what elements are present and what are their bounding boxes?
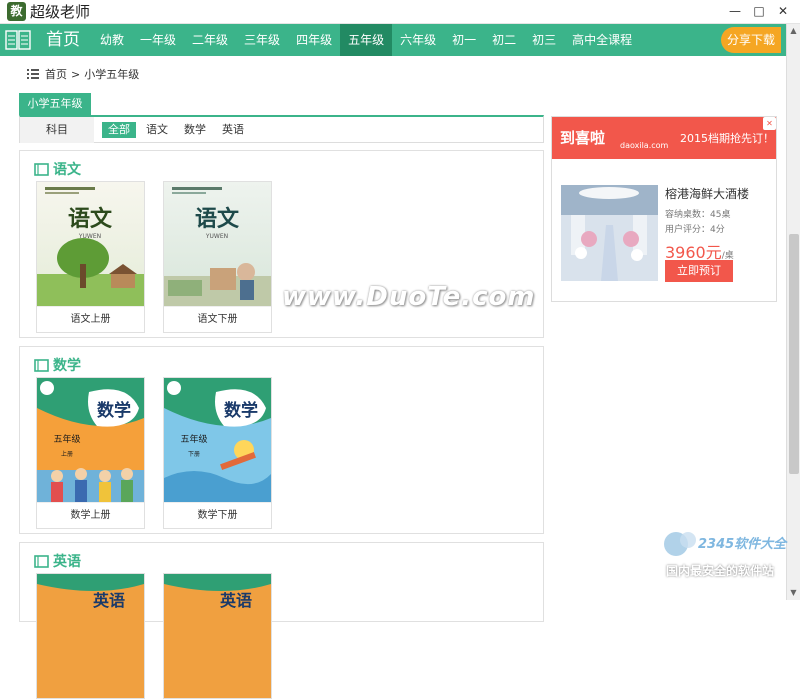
subject-filter-label: 科目 bbox=[20, 117, 94, 143]
scroll-down-arrow-icon[interactable]: ▼ bbox=[787, 586, 800, 600]
subject-filter-item[interactable]: 数学 bbox=[178, 122, 212, 138]
ad-header: 到喜啦 daoxila.com 2015档期抢先订！ ✕ bbox=[552, 117, 776, 159]
svg-text:数学: 数学 bbox=[224, 400, 258, 421]
book-cover-image[interactable]: 英语 bbox=[37, 574, 144, 698]
nav-grade-item[interactable]: 五年级 bbox=[340, 24, 393, 56]
nav-home[interactable]: 首页 bbox=[46, 24, 80, 56]
grade-tab[interactable]: 小学五年级 bbox=[19, 93, 91, 115]
ad-hotel-name: 榕港海鲜大酒楼 bbox=[665, 187, 750, 201]
svg-text:下册: 下册 bbox=[188, 451, 200, 458]
hotel-photo[interactable] bbox=[561, 185, 658, 281]
watermark-caption: 国内最安全的软件站 bbox=[666, 564, 775, 578]
breadcrumb: 首页 > 小学五年级 bbox=[27, 66, 139, 82]
ad-site: daoxila.com bbox=[620, 141, 669, 150]
list-icon bbox=[27, 69, 39, 79]
watermark-text: www.DuoTe.com bbox=[282, 282, 536, 312]
book-card[interactable]: 英语 bbox=[36, 573, 145, 699]
svg-text:语文: 语文 bbox=[195, 206, 240, 232]
cover-title: 语文 bbox=[68, 206, 113, 232]
ad-close-icon[interactable]: ✕ bbox=[763, 117, 776, 130]
close-button[interactable]: ✕ bbox=[772, 2, 794, 20]
maximize-button[interactable]: □ bbox=[748, 2, 770, 20]
section-title-text: 数学 bbox=[53, 358, 81, 374]
nav-grade-item[interactable]: 一年级 bbox=[132, 24, 184, 56]
nav-grade-item[interactable]: 二年级 bbox=[184, 24, 236, 56]
section-math: 数学 数学 五年级 上册 数学上册 数学 五年级 下册 数学下册 bbox=[19, 346, 544, 534]
scroll-up-arrow-icon[interactable]: ▲ bbox=[787, 24, 800, 38]
grade-nav-bar: 首页 幼教 一年级 二年级 三年级 四年级 五年级 六年级 初一 初二 初三 高中全课程 分享下载 bbox=[0, 24, 786, 56]
book-card[interactable]: 语文 YUWEN 语文上册 bbox=[36, 181, 145, 333]
watermark-logo-text: 2345软件大全 bbox=[698, 536, 788, 552]
ad-rating: 用户评分：4分 bbox=[665, 225, 725, 235]
nav-grade-list: 幼教 一年级 二年级 三年级 四年级 五年级 六年级 初一 初二 初三 高中全课程 bbox=[92, 24, 640, 56]
section-title: 数学 bbox=[34, 355, 81, 375]
vertical-scrollbar[interactable]: ▲ ▼ bbox=[786, 24, 800, 600]
breadcrumb-home-link[interactable]: 首页 bbox=[45, 66, 67, 82]
breadcrumb-separator: > bbox=[71, 67, 81, 81]
book-cover-image[interactable]: 英语 bbox=[164, 574, 271, 698]
section-title-text: 英语 bbox=[53, 554, 81, 570]
cover-grade: 五年级 bbox=[53, 433, 80, 445]
book-label[interactable]: 语文下册 bbox=[164, 306, 271, 332]
nav-grade-item[interactable]: 高中全课程 bbox=[564, 24, 640, 56]
subject-filter-item[interactable]: 语文 bbox=[140, 122, 174, 138]
book-cover-image[interactable]: 语文 YUWEN bbox=[164, 182, 271, 306]
nav-grade-item[interactable]: 六年级 bbox=[392, 24, 444, 56]
subject-filter-item[interactable]: 全部 bbox=[102, 122, 136, 138]
book-cover-image[interactable]: 语文 YUWEN bbox=[37, 182, 144, 306]
subject-filter-bar: 科目 全部 语文 数学 英语 bbox=[19, 115, 544, 143]
book-icon bbox=[34, 358, 49, 372]
book-cover-image[interactable]: 数学 五年级 上册 bbox=[37, 378, 144, 502]
nav-grade-item[interactable]: 四年级 bbox=[288, 24, 340, 56]
nav-grade-item[interactable]: 幼教 bbox=[92, 24, 132, 56]
ad-capacity: 容纳桌数：45桌 bbox=[665, 210, 731, 220]
nav-grade-item[interactable]: 初一 bbox=[444, 24, 484, 56]
book-label[interactable]: 数学下册 bbox=[164, 502, 271, 528]
nav-grade-item[interactable]: 初二 bbox=[484, 24, 524, 56]
book-card[interactable]: 语文 YUWEN 语文下册 bbox=[163, 181, 272, 333]
book-card[interactable]: 英语 bbox=[163, 573, 272, 699]
book-card[interactable]: 数学 五年级 上册 数学上册 bbox=[36, 377, 145, 529]
section-title: 英语 bbox=[34, 551, 81, 571]
advertisement-banner[interactable]: 到喜啦 daoxila.com 2015档期抢先订！ ✕ 榕港海鲜大酒楼 容纳桌… bbox=[551, 116, 777, 302]
book-icon bbox=[34, 554, 49, 568]
book-card[interactable]: 数学 五年级 下册 数学下册 bbox=[163, 377, 272, 529]
title-bar: 教 超级老师 — □ ✕ bbox=[0, 0, 800, 24]
nav-grade-item[interactable]: 三年级 bbox=[236, 24, 288, 56]
svg-text:英语: 英语 bbox=[219, 591, 252, 610]
book-label[interactable]: 数学上册 bbox=[37, 502, 144, 528]
ad-slogan: 2015档期抢先订！ bbox=[680, 132, 774, 145]
section-english: 英语 英语 英语 bbox=[19, 542, 544, 699]
book-icon bbox=[34, 162, 49, 176]
section-title: 语文 bbox=[34, 159, 81, 179]
ad-brand-logo: 到喜啦 bbox=[560, 129, 606, 147]
app-title: 超级老师 bbox=[30, 3, 91, 21]
breadcrumb-current: 小学五年级 bbox=[84, 68, 140, 81]
book-label[interactable]: 语文上册 bbox=[37, 306, 144, 332]
svg-text:YUWEN: YUWEN bbox=[205, 233, 228, 240]
book-cover-image[interactable]: 数学 五年级 下册 bbox=[164, 378, 271, 502]
svg-text:英语: 英语 bbox=[92, 591, 125, 610]
subject-filter-list: 全部 语文 数学 英语 bbox=[102, 122, 254, 138]
minimize-button[interactable]: — bbox=[724, 2, 746, 20]
svg-text:数学: 数学 bbox=[97, 400, 131, 421]
ad-book-button[interactable]: 立即预订 bbox=[665, 260, 733, 282]
section-title-text: 语文 bbox=[53, 162, 81, 178]
svg-text:五年级: 五年级 bbox=[180, 433, 207, 445]
nav-grade-item[interactable]: 初三 bbox=[524, 24, 564, 56]
app-logo-icon: 教 bbox=[7, 2, 26, 21]
subject-filter-item[interactable]: 英语 bbox=[216, 122, 250, 138]
book-open-icon[interactable] bbox=[5, 29, 31, 51]
scrollbar-thumb[interactable] bbox=[789, 234, 799, 474]
svg-text:上册: 上册 bbox=[61, 450, 73, 458]
share-download-button[interactable]: 分享下载 bbox=[721, 27, 781, 53]
